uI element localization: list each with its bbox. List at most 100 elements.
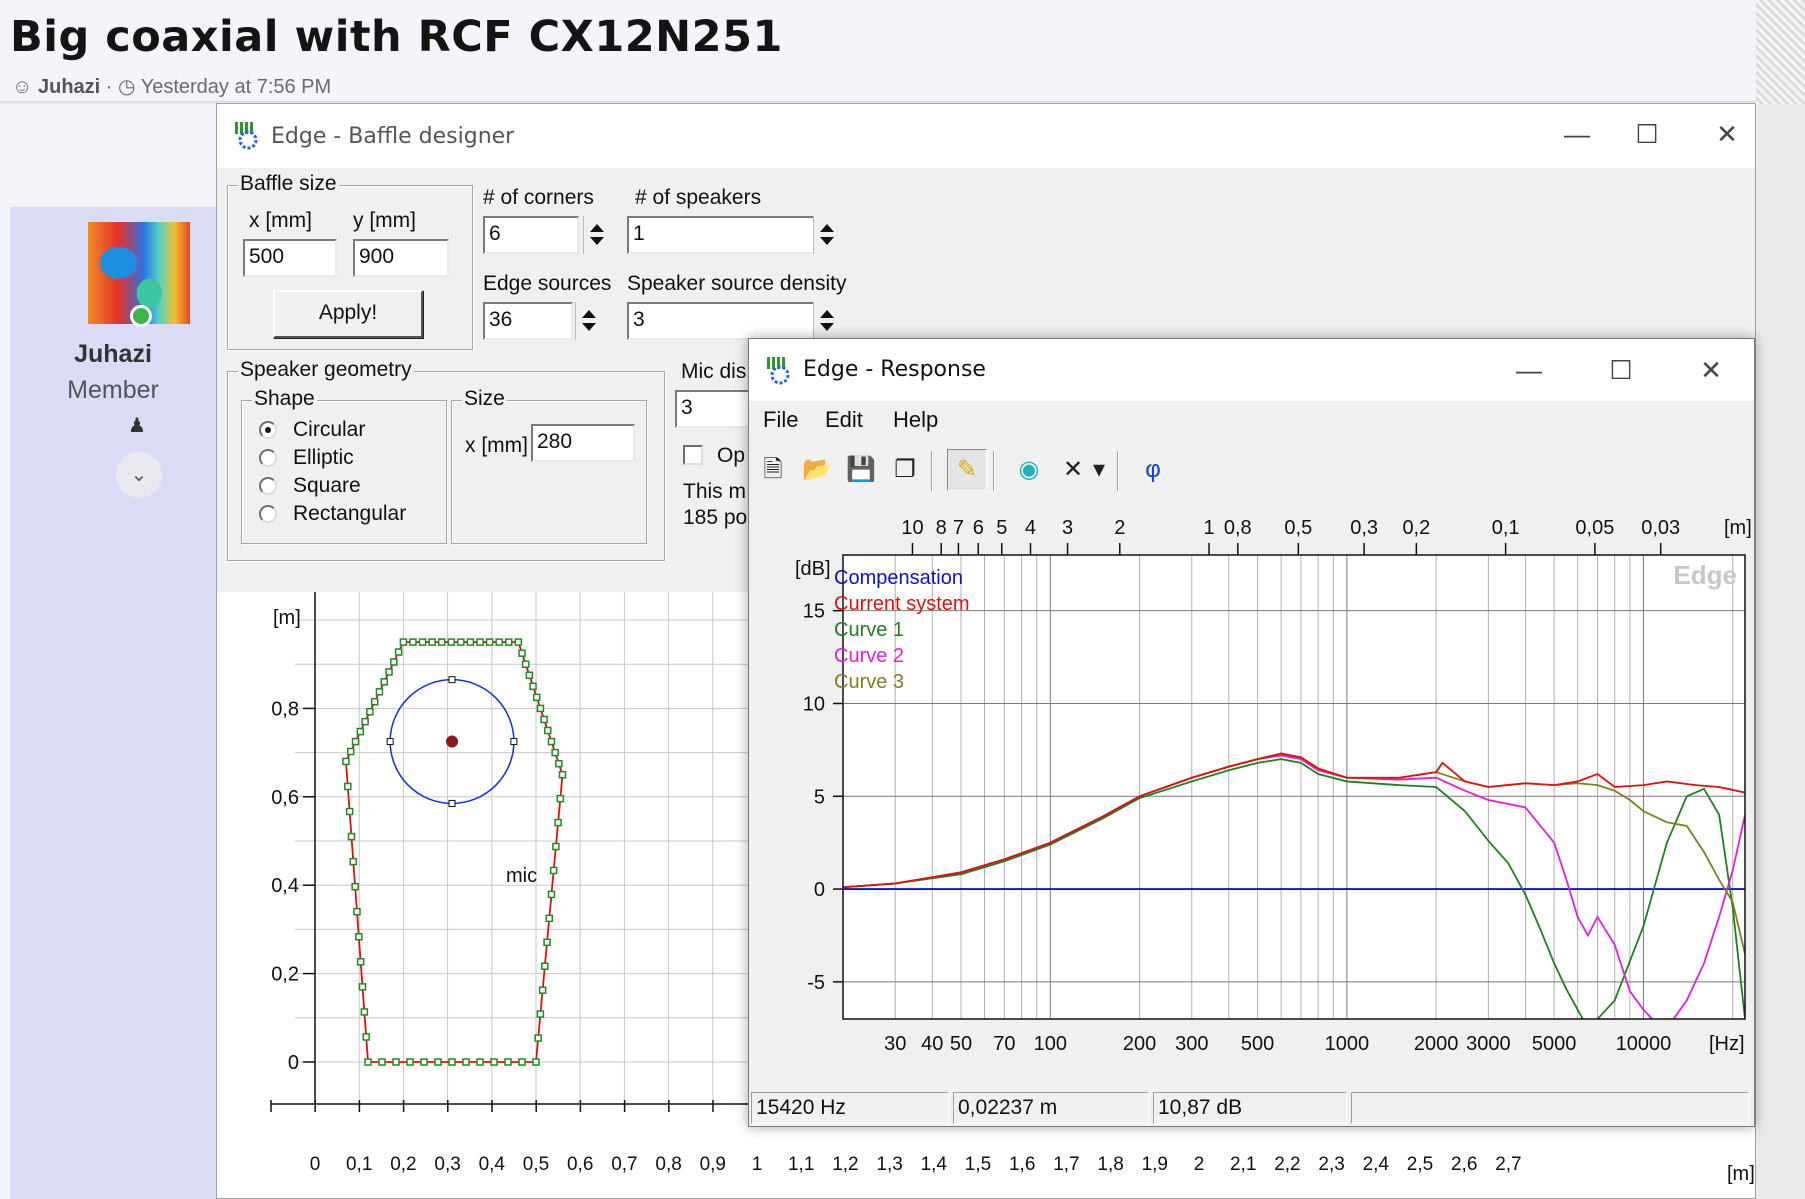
apply-button[interactable]: Apply! [273, 290, 423, 338]
corners-spinner[interactable] [583, 216, 609, 254]
status-bar: 15420 Hz 0,02237 m 10,87 dB [749, 1088, 1754, 1126]
baffle-y-input[interactable]: 900 [353, 239, 449, 277]
toolbar-separator [993, 451, 995, 491]
edge-source-marker [538, 986, 547, 994]
new-icon[interactable]: 🗎 [753, 449, 793, 491]
edge-source-marker [355, 933, 363, 941]
x-tick-label: 1,9 [1142, 1154, 1168, 1175]
x-tick-label: 1,4 [921, 1154, 948, 1175]
phase-icon[interactable]: φ [1133, 449, 1173, 491]
option-checkbox[interactable] [683, 445, 703, 465]
x-tick-label: 0,8 [655, 1154, 681, 1175]
legend-entry: Curve 3 [834, 671, 904, 693]
y-tick-label: 0,8 [271, 698, 299, 720]
baffle-titlebar[interactable]: Edge - Baffle designer — ☐ ✕ [217, 104, 1755, 168]
save-icon[interactable]: 💾 [841, 449, 881, 491]
shape-rectangular-radio[interactable] [259, 505, 277, 523]
scrollbar-track[interactable] [1756, 0, 1805, 104]
follow-user-icon[interactable]: ♟ [128, 413, 146, 438]
x-tick-label: 1,6 [1009, 1154, 1035, 1175]
thread-author[interactable]: Juhazi [38, 76, 100, 98]
edge-source-marker [549, 866, 558, 875]
menu-edit[interactable]: Edit [825, 407, 863, 433]
source-density-spinner[interactable] [813, 302, 839, 340]
top-tick-label: 8 [936, 517, 947, 539]
mic-distance-input[interactable]: 3 [675, 390, 755, 428]
edge-source-marker [485, 638, 494, 646]
source-density-input[interactable]: 3 [627, 302, 815, 340]
shape-label: Shape [252, 387, 317, 411]
edge-source-marker [385, 668, 393, 676]
top-tick-label: 0,1 [1492, 517, 1520, 539]
response-titlebar[interactable]: Edge - Response — ☐ ✕ [749, 339, 1754, 401]
shape-square-radio[interactable] [259, 477, 277, 495]
x-tick-label: 2,4 [1363, 1154, 1390, 1175]
minimize-button[interactable]: — [1555, 114, 1599, 154]
shape-rectangular-label[interactable]: Rectangular [293, 502, 406, 526]
top-tick-label: 0,5 [1284, 517, 1312, 539]
edge-source-marker [380, 678, 388, 686]
page-scrollbar[interactable] [1756, 0, 1805, 1199]
edge-sources-spinner[interactable] [575, 302, 601, 340]
chevron-down-icon[interactable]: ⌄ [116, 452, 162, 498]
legend-entry: Compensation [834, 567, 963, 589]
x-tick-label: 0,4 [479, 1154, 506, 1175]
info-text-line2: 185 po [683, 506, 748, 529]
maximize-button[interactable]: ☐ [1625, 114, 1669, 154]
x-tick-label: 200 [1123, 1033, 1156, 1055]
edge-source-marker [504, 1058, 512, 1066]
response-chart[interactable]: 30 40 50 70 100 200 300 500 1000 2000 3000 5000 1000… [749, 497, 1754, 1089]
option-label: Op [717, 444, 746, 467]
copy-icon[interactable]: ❐ [885, 449, 925, 491]
chart-top-axis: 10 8 7 6 5 4 3 2 1 0,8 0,5 0,3 0,2 0,1 0,05 0,03 [901, 517, 1680, 555]
meta-separator: · [105, 76, 113, 98]
speaker-icon[interactable]: ◉ [1009, 449, 1049, 491]
maximize-button[interactable]: ☐ [1599, 350, 1643, 390]
y-tick-label: 0 [814, 879, 825, 901]
speakers-spinner[interactable] [813, 216, 839, 254]
x-tick-label: 5000 [1532, 1033, 1577, 1055]
online-status-badge [130, 305, 152, 327]
x-tick-label: 0,6 [567, 1154, 593, 1175]
top-tick-label: 0,05 [1575, 517, 1614, 539]
speakers-input[interactable]: 1 [627, 216, 815, 254]
x-tick-label: 500 [1241, 1033, 1274, 1055]
status-empty [1351, 1092, 1749, 1124]
edge-source-marker [347, 832, 356, 841]
x-tick-label: 2,3 [1318, 1154, 1344, 1175]
edge-app-icon [235, 122, 258, 150]
edge-source-marker [345, 807, 354, 816]
chart-x-label: [Hz] [1709, 1033, 1745, 1055]
edge-source-marker [521, 660, 530, 668]
shape-circular-radio[interactable] [259, 421, 277, 439]
shape-elliptic-label[interactable]: Elliptic [293, 446, 354, 470]
x-tick-label: 0 [310, 1154, 321, 1175]
speaker-size-input[interactable]: 280 [531, 424, 635, 462]
size-group: Size [451, 387, 647, 544]
member-name[interactable]: Juhazi [10, 340, 216, 369]
y-mm-label: y [mm] [353, 209, 416, 232]
menu-file[interactable]: File [763, 407, 798, 433]
top-tick-label: 3 [1062, 517, 1073, 539]
shape-square-label[interactable]: Square [293, 474, 361, 498]
open-icon[interactable]: 📂 [797, 449, 837, 491]
edge-source-marker [457, 638, 465, 646]
edge-source-marker [547, 737, 556, 746]
baffle-x-input[interactable]: 500 [243, 239, 337, 277]
edge-source-marker [514, 638, 523, 646]
pen-icon[interactable]: ✎ [947, 449, 987, 491]
shape-circular-label[interactable]: Circular [293, 418, 365, 442]
edge-source-marker [554, 818, 562, 827]
edge-sources-input[interactable]: 36 [483, 302, 573, 340]
baffle-size-label: Baffle size [238, 172, 339, 196]
dropdown-icon[interactable]: ▾ [1087, 449, 1111, 491]
menu-help[interactable]: Help [893, 407, 938, 433]
close-button[interactable]: ✕ [1705, 114, 1749, 154]
minimize-button[interactable]: — [1507, 350, 1551, 390]
edge-source-marker [390, 658, 398, 666]
thread-date[interactable]: Yesterday at 7:56 PM [141, 76, 332, 98]
close-button[interactable]: ✕ [1689, 350, 1733, 390]
shape-elliptic-radio[interactable] [259, 449, 277, 467]
edge-source-marker [547, 890, 556, 899]
corners-input[interactable]: 6 [483, 216, 579, 254]
